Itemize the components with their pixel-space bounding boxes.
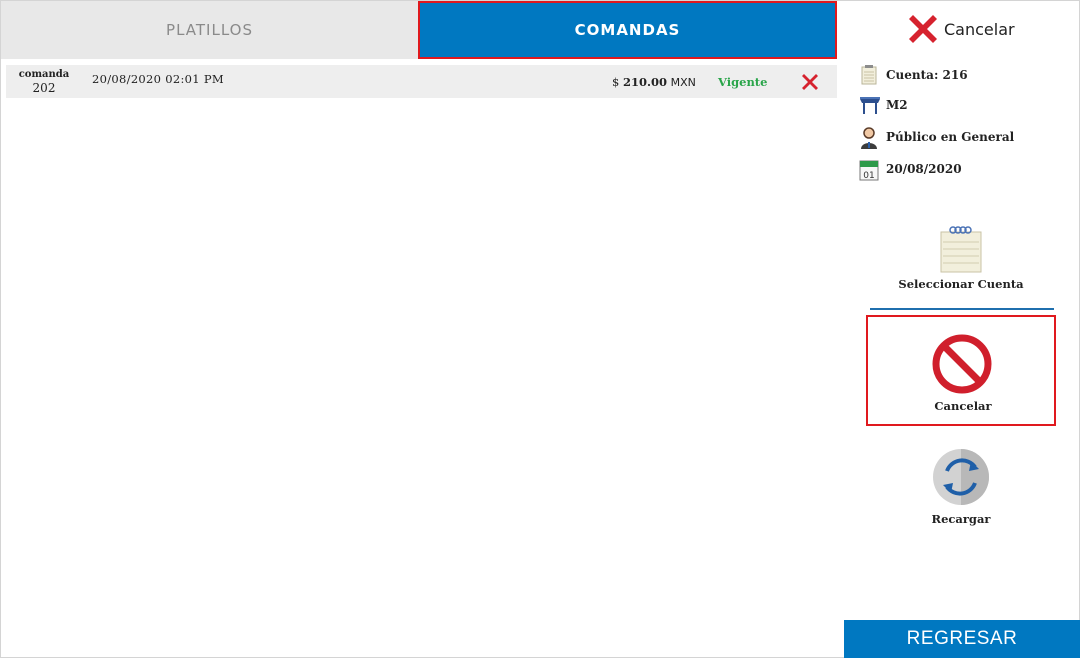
- spiral-notepad-icon: [940, 226, 982, 273]
- table-row[interactable]: comanda 202 20/08/2020 02:01 PM $ 210.00…: [6, 65, 837, 98]
- person-icon: [861, 127, 877, 149]
- back-label: REGRESAR: [906, 628, 1018, 649]
- price-amount: 210.00: [622, 75, 667, 89]
- cancel-button[interactable]: Cancelar: [866, 315, 1056, 426]
- tab-comandas-label: COMANDAS: [574, 21, 681, 39]
- divider: [870, 308, 1054, 310]
- reload-button[interactable]: Recargar: [866, 445, 1056, 535]
- status-badge: Vigente: [718, 75, 768, 89]
- comanda-number: 202: [32, 81, 56, 95]
- calendar-icon: 01: [859, 160, 879, 181]
- back-button[interactable]: REGRESAR: [844, 620, 1080, 658]
- comanda-datetime: 20/08/2020 02:01 PM: [92, 72, 224, 86]
- date-text: 20/08/2020: [886, 162, 962, 176]
- table-info: M2: [858, 94, 1068, 116]
- tab-comandas[interactable]: COMANDAS: [418, 1, 837, 59]
- tab-platillos[interactable]: PLATILLOS: [1, 1, 418, 59]
- cancel-label: Cancelar: [934, 399, 992, 413]
- price-currency: MXN: [670, 76, 696, 89]
- account-info: Cuenta: 216: [858, 64, 1068, 86]
- top-cancel-label: Cancelar: [944, 20, 1015, 39]
- refresh-icon: [933, 449, 989, 505]
- comanda-label: comanda: [18, 69, 70, 80]
- tab-platillos-label: PLATILLOS: [166, 21, 253, 39]
- notepad-icon: [861, 65, 877, 85]
- reload-label: Recargar: [931, 512, 991, 526]
- table-text: M2: [886, 98, 908, 112]
- account-text: Cuenta: 216: [886, 68, 968, 82]
- date-info: 01 20/08/2020: [858, 158, 1068, 181]
- price-prefix: $: [612, 75, 620, 89]
- comanda-price: $ 210.00 MXN: [612, 75, 696, 89]
- customer-text: Público en General: [886, 130, 1015, 144]
- customer-info: Público en General: [858, 126, 1068, 149]
- prohibition-icon: [932, 334, 992, 394]
- svg-text:01: 01: [863, 171, 874, 181]
- red-x-icon: [909, 15, 937, 43]
- select-account-label: Seleccionar Cuenta: [898, 277, 1024, 291]
- select-account-button[interactable]: Seleccionar Cuenta: [866, 220, 1056, 300]
- row-delete-button[interactable]: [798, 70, 822, 94]
- red-x-icon: [802, 74, 818, 90]
- top-cancel-button[interactable]: Cancelar: [906, 12, 1016, 46]
- table-icon: [860, 97, 880, 114]
